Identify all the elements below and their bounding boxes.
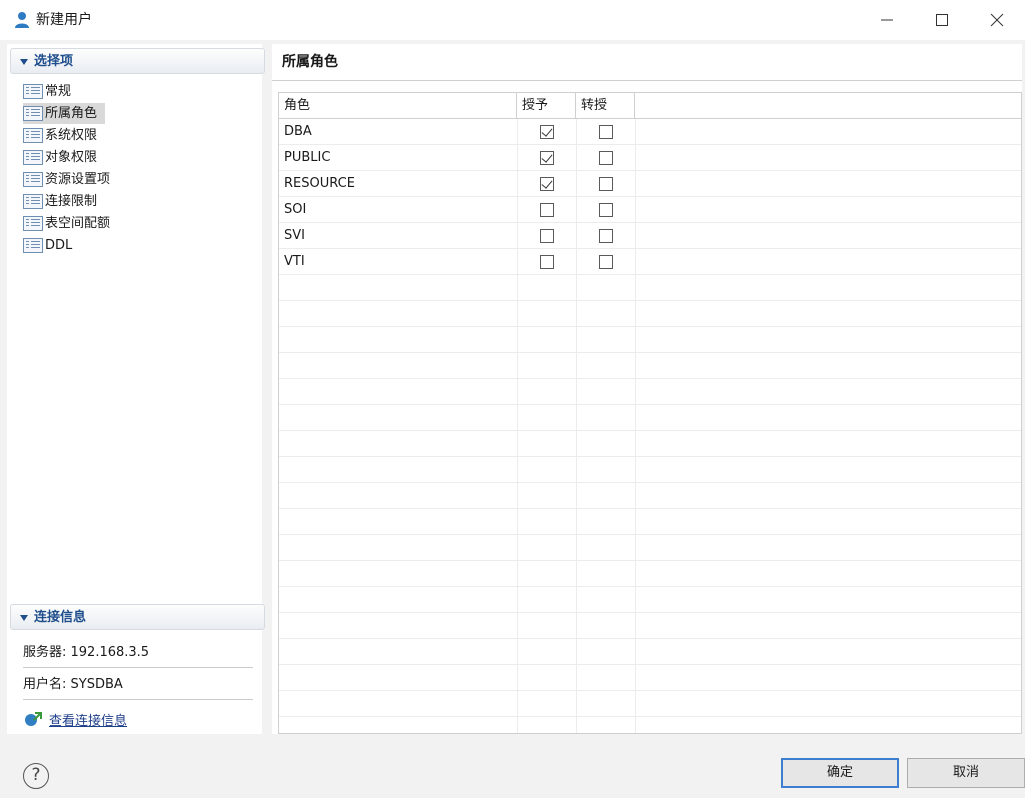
empty-table-row: [279, 405, 1021, 431]
options-section-header[interactable]: 选择项: [10, 48, 265, 74]
dialog-footer: ? 确定 取消: [0, 738, 1025, 798]
empty-table-row: [279, 691, 1021, 717]
roles-table[interactable]: 角色 授予 转授 DBA PUBLIC RESOURCE SOI SVI VTI: [278, 92, 1022, 734]
maximize-button[interactable]: [922, 6, 962, 34]
delegate-checkbox[interactable]: [599, 151, 613, 165]
page-icon: [23, 106, 43, 121]
close-button[interactable]: [977, 6, 1017, 34]
window-title: 新建用户: [36, 12, 92, 28]
table-row: RESOURCE: [279, 171, 1021, 197]
empty-table-row: [279, 431, 1021, 457]
role-name: RESOURCE: [284, 176, 355, 191]
empty-table-row: [279, 483, 1021, 509]
grant-checkbox[interactable]: [540, 177, 554, 191]
empty-table-row: [279, 327, 1021, 353]
connection-info-icon: [25, 712, 42, 726]
grant-checkbox[interactable]: [540, 125, 554, 139]
page-icon: [23, 128, 43, 143]
options-section-title: 选择项: [34, 54, 74, 69]
collapse-arrow-icon: [20, 615, 28, 621]
page-title: 所属角色: [282, 54, 338, 70]
sidebar-item-label: 表空间配额: [45, 215, 111, 231]
role-name: PUBLIC: [284, 150, 331, 165]
table-header: 角色 授予 转授: [279, 93, 1021, 119]
page-icon: [23, 194, 43, 209]
sidebar-item-label: 所属角色: [45, 105, 98, 121]
sidebar-item-connection-limits[interactable]: 连接限制: [23, 191, 105, 212]
minimize-icon: [881, 19, 893, 21]
empty-table-row: [279, 275, 1021, 301]
user-icon: [15, 12, 29, 28]
column-header-grant[interactable]: 授予: [517, 93, 576, 118]
empty-table-row: [279, 613, 1021, 639]
view-connection-info-link[interactable]: 查看连接信息: [23, 708, 127, 730]
table-row: DBA: [279, 119, 1021, 145]
sidebar-item-label: 常规: [45, 83, 72, 99]
delegate-checkbox[interactable]: [599, 229, 613, 243]
cancel-button[interactable]: 取消: [907, 758, 1025, 788]
column-header-delegate[interactable]: 转授: [576, 93, 635, 118]
sidebar-item-roles[interactable]: 所属角色: [23, 103, 106, 124]
sidebar-item-label: 连接限制: [45, 193, 98, 209]
sidebar-item-resource-settings[interactable]: 资源设置项: [23, 169, 118, 190]
empty-table-row: [279, 587, 1021, 613]
role-name: SVI: [284, 228, 305, 243]
collapse-arrow-icon: [20, 59, 28, 65]
content-pane: 所属角色 角色 授予 转授 DBA PUBLIC RESOURCE SOI SVI VTI: [272, 44, 1022, 734]
delegate-checkbox[interactable]: [599, 255, 613, 269]
table-row: SOI: [279, 197, 1021, 223]
role-name: DBA: [284, 124, 312, 139]
page-icon: [23, 216, 43, 231]
delegate-checkbox[interactable]: [599, 177, 613, 191]
divider: [272, 80, 1022, 81]
connection-section-header[interactable]: 连接信息: [10, 604, 265, 630]
sidebar-item-general[interactable]: 常规: [23, 81, 79, 102]
sidebar-item-label: 系统权限: [45, 127, 98, 143]
grant-checkbox[interactable]: [540, 203, 554, 217]
empty-table-row: [279, 639, 1021, 665]
empty-table-row: [279, 301, 1021, 327]
table-row: VTI: [279, 249, 1021, 275]
dialog-body: 选择项 常规 所属角色 系统权限 对象权限 资源设置项 连接限制 表空间配额 D…: [0, 40, 1025, 738]
sidebar-item-label: 资源设置项: [45, 171, 111, 187]
sidebar-item-object-privileges[interactable]: 对象权限: [23, 147, 105, 168]
empty-table-row: [279, 379, 1021, 405]
page-icon: [23, 150, 43, 165]
table-row: SVI: [279, 223, 1021, 249]
page-icon: [23, 238, 43, 253]
sidebar-item-ddl[interactable]: DDL: [23, 235, 80, 256]
empty-table-row: [279, 353, 1021, 379]
sidebar-item-tablespace-quota[interactable]: 表空间配额: [23, 213, 118, 234]
page-icon: [23, 172, 43, 187]
maximize-icon: [936, 14, 948, 26]
help-icon[interactable]: ?: [23, 763, 49, 789]
view-connection-info-label: 查看连接信息: [49, 713, 128, 729]
table-row: PUBLIC: [279, 145, 1021, 171]
role-name: VTI: [284, 254, 305, 269]
grant-checkbox[interactable]: [540, 255, 554, 269]
empty-table-row: [279, 535, 1021, 561]
server-info: 服务器: 192.168.3.5: [23, 638, 253, 668]
minimize-button[interactable]: [867, 6, 907, 34]
sidebar-item-system-privileges[interactable]: 系统权限: [23, 125, 105, 146]
empty-table-row: [279, 509, 1021, 535]
delegate-checkbox[interactable]: [599, 203, 613, 217]
column-header-role[interactable]: 角色: [279, 93, 517, 118]
title-bar: 新建用户: [0, 0, 1025, 40]
sidebar-item-label: 对象权限: [45, 149, 98, 165]
delegate-checkbox[interactable]: [599, 125, 613, 139]
ok-button[interactable]: 确定: [781, 758, 899, 788]
close-icon: [990, 13, 1004, 27]
options-pane: 选择项 常规 所属角色 系统权限 对象权限 资源设置项 连接限制 表空间配额 D…: [7, 44, 265, 734]
grant-checkbox[interactable]: [540, 229, 554, 243]
connection-section-title: 连接信息: [34, 610, 87, 625]
role-name: SOI: [284, 202, 307, 217]
page-icon: [23, 84, 43, 99]
empty-table-row: [279, 457, 1021, 483]
user-info: 用户名: SYSDBA: [23, 670, 253, 700]
grant-checkbox[interactable]: [540, 151, 554, 165]
empty-table-row: [279, 561, 1021, 587]
empty-table-row: [279, 665, 1021, 691]
sidebar-item-label: DDL: [45, 237, 73, 253]
